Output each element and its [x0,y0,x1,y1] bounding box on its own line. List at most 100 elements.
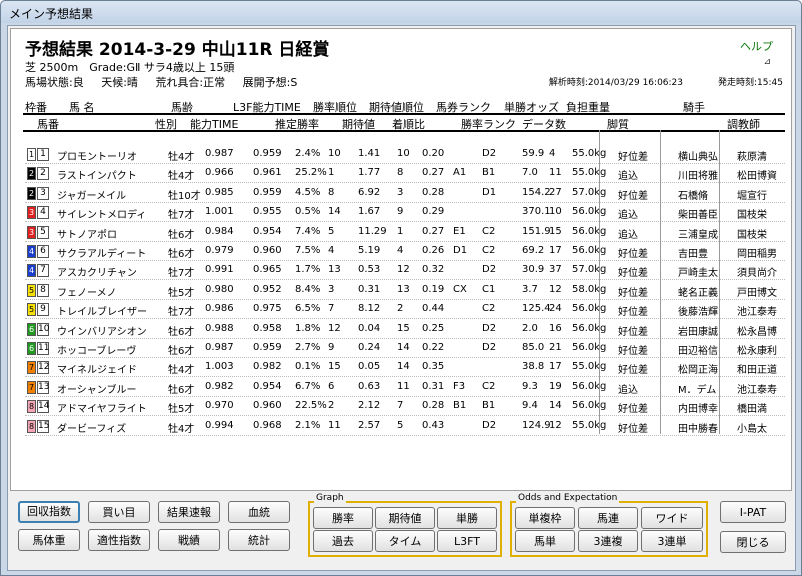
gate-badge: 8 [27,400,36,414]
exp-rank: 8 [397,167,404,179]
win-rank-grade: D2 [482,419,497,431]
data-count: 12 [549,419,562,431]
pin-icon[interactable]: ⊿ [763,57,771,67]
horse-age: 5才 [178,404,195,416]
win-rank-grade: D1 [482,186,497,198]
ability-time: 0.988 [205,322,234,334]
graph-kako-button[interactable]: 過去 [313,530,373,552]
table-row[interactable]: 4 6 サクラアルディート牡 6才 0.979 0.960 7.5% 4 5.19 4 0.26 D1… [25,242,785,261]
horse-sex: 牡 [168,210,178,222]
odds-umaren-button[interactable]: 馬連 [578,507,638,529]
senseki-button[interactable]: 戦績 [158,529,220,551]
table-row[interactable]: 5 8 フェノーメノ 牡 5才 0.980 0.952 8.4% 3 0.31 13 0.19 CX C1… [25,281,785,300]
win-rank: 13 [328,264,341,276]
win-rank: 12 [328,322,341,334]
win-rank-grade: C2 [482,245,496,256]
bataiju-button[interactable]: 馬体重 [18,529,80,551]
table-row[interactable]: 8 14 アドマイヤフライト牡 5才 0.970 0.960 22.5% 2 2.12 7 0.28… [25,397,785,417]
table-row[interactable]: 7 13 オーシャンブルー 牡 6才 0.982 0.954 6.7% 6 0.63 11 0.31 F… [25,378,785,397]
table-row[interactable]: 5 9 トレイルブレイザー 牡 7才 0.986 0.975 6.5% 7 8.12 2 0.44 C2… [25,300,785,320]
data-count: 37 [549,264,562,276]
jockey-name: 田辺裕信 [678,346,718,357]
horse-age: 4才 [178,423,195,435]
weather: 天候:晴 [101,76,138,89]
l3f-time: 0.960 [253,245,282,256]
close-button[interactable]: 閉じる [720,531,786,553]
pace-forecast: 展開予想:S [242,76,298,89]
running-style: 好位差 [618,365,648,377]
horse-sex: 牡 [168,307,178,319]
jockey-name: 戸崎圭太 [678,268,718,280]
kekka-button[interactable]: 結果速報 [158,501,220,523]
graph-time-button[interactable]: タイム [375,530,435,552]
horse-number: 2 [37,167,49,181]
graph-tansho-button[interactable]: 単勝 [437,507,497,529]
win-rank: 10 [328,148,341,159]
tekisei-button[interactable]: 適性指数 [88,529,150,551]
weight: 56.0kg [572,206,607,218]
kaime-button[interactable]: 買い目 [88,501,150,523]
title-bar[interactable]: メイン予想結果 [1,1,801,23]
ability-time: 1.001 [205,206,234,218]
table-row[interactable]: 4 7 アスカクリチャン 牡 7才 0.991 0.965 1.7% 13 0.53 12 0.32 D… [25,261,785,281]
trainer-name: 岡田稲男 [737,249,777,260]
page-title: 予想結果 2014-3-29 中山11R 日経賞 [25,40,330,60]
table-row[interactable]: 2 3 ジャガーメイル牡 10才 0.985 0.959 4.5% 8 6.92 3 0.28 D1 1… [25,184,785,203]
horse-sex: 牡 [168,190,178,202]
table-row[interactable]: 1 1 プロモントーリオ 牡 4才 0.987 0.959 2.4% 10 1.41 10 0.20 D… [25,145,785,164]
win-rank: 5 [328,225,335,237]
odds-sanrentan-button[interactable]: 3連単 [641,530,703,552]
table-row[interactable]: 8 15 ダービーフィズ 牡 4才 0.994 0.968 2.1% 11 2.57 5 0.43 D2… [25,417,785,436]
gate-badge: 4 [27,245,36,258]
odds-group-label: Odds and Expectation [516,493,620,503]
ketto-button[interactable]: 血統 [228,501,290,523]
ability-time: 0.970 [205,400,234,412]
tokei-button[interactable]: 統計 [228,529,290,551]
est-win-pct: 1.7% [295,264,321,276]
table-row[interactable]: 6 11 ホッコーブレーヴ 牡 6才 0.987 0.959 2.7% 9 0.24 14 0.22 D… [25,339,785,358]
margin-ratio: 0.27 [422,167,445,179]
column-separator [599,130,600,434]
running-style: 好位差 [618,152,648,163]
jockey-name: 蛯名正義 [678,287,718,299]
graph-l3ft-button[interactable]: L3FT [437,530,497,552]
win-rank: 15 [328,361,341,373]
expected-value: 0.53 [358,264,381,276]
odds-sanrenpuku-button[interactable]: 3連複 [578,530,638,552]
kaishu-button[interactable]: 回収指数 [18,501,80,523]
table-row[interactable]: 3 5 サトノアポロ牡 6才 0.984 0.954 7.4% 5 11.29 1 0.27 E1 C2… [25,223,785,242]
table-row[interactable]: 2 2 ラストインパクト 牡 4才 0.966 0.961 25.2% 1 1.77 8 0.27 A1… [25,164,785,184]
ability-time: 0.986 [205,303,234,315]
table-row[interactable]: 7 12 マイネルジェイド 牡 4才 1.003 0.982 0.1% 15 0.05 14 0.35… [25,358,785,378]
horse-name: ホッコーブレーヴ [57,346,137,357]
weight: 56.0kg [572,400,607,412]
gate-badge: 5 [27,283,36,297]
expected-value: 0.24 [358,342,381,353]
win-rank-grade: C2 [482,225,496,237]
graph-kitaichi-button[interactable]: 期待値 [375,507,435,529]
running-style: 好位差 [618,307,648,319]
exp-rank: 15 [397,322,410,334]
win-rank-grade: B1 [482,167,496,179]
ipat-button[interactable]: I-PAT [720,501,786,523]
horse-number: 13 [37,380,50,394]
expected-value: 5.19 [358,245,381,256]
table-row[interactable]: 6 10 ウインバリアシオン 牡 6才 0.988 0.958 1.8% 12 0.04 15 0.2… [25,320,785,339]
horse-name: サイレントメロディ [57,210,147,222]
horse-number: 4 [37,206,49,220]
odds-wide-button[interactable]: ワイド [641,507,703,529]
horse-name: ラストインパクト [57,171,137,183]
data-count: 4 [549,148,556,159]
data-count: 27 [549,186,562,198]
exp-rank: 7 [397,400,404,412]
odds-umatan-button[interactable]: 馬単 [515,530,575,552]
help-link[interactable]: ヘルプ [740,38,773,54]
gate-badge: 8 [27,419,36,433]
horse-name: プロモントーリオ [57,152,137,163]
exp-rank: 9 [397,206,404,218]
ability-time: 1.003 [205,361,234,373]
odds-tanfuku-button[interactable]: 単複枠 [515,507,575,529]
graph-shoritsu-button[interactable]: 勝率 [313,507,373,529]
exp-rank: 14 [397,361,410,373]
table-row[interactable]: 3 4 サイレントメロディ 牡 7才 1.001 0.955 0.5% 14 1.67 9 0.29 3… [25,203,785,223]
